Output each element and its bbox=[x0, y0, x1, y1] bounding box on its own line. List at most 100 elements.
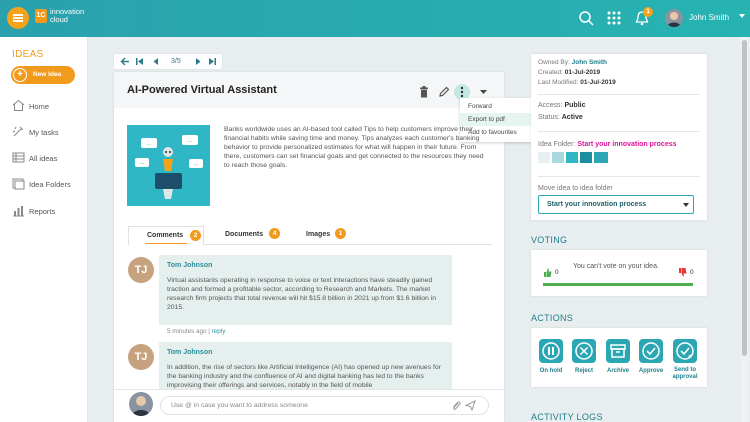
logo-mark: 1C bbox=[35, 9, 47, 23]
count-badge: 4 bbox=[269, 228, 280, 239]
list-icon bbox=[12, 152, 25, 163]
tab-images[interactable]: Images 1 bbox=[306, 228, 346, 250]
idea-folder-link[interactable]: Start your innovation process bbox=[577, 141, 676, 148]
reject-label: Reject bbox=[574, 368, 593, 374]
apps-grid-icon[interactable] bbox=[605, 9, 623, 27]
tab-comments[interactable]: Comments 2 bbox=[128, 226, 204, 245]
sidebar-item-label: All ideas bbox=[29, 154, 58, 163]
upvote-count: 0 bbox=[555, 269, 559, 276]
comment-meta: 5 minutes ago | reply bbox=[167, 328, 226, 335]
logo-text: innovation cloud bbox=[50, 7, 85, 24]
sidebar-item-idea-folders[interactable]: Idea Folders bbox=[12, 177, 84, 191]
trash-icon[interactable] bbox=[419, 86, 429, 98]
idea-folder: Idea Folder: Start your innovation proce… bbox=[538, 141, 677, 148]
activity-logs-title: ACTIVITY LOGS bbox=[531, 412, 603, 422]
plus-icon: + bbox=[13, 68, 27, 82]
comment-bubble: Tom Johnson In addition, the rise of sec… bbox=[159, 342, 452, 389]
divider bbox=[538, 94, 700, 95]
avatar: TJ bbox=[128, 344, 154, 370]
idea-description: Banks worldwide uses an AI-based tool ca… bbox=[224, 126, 484, 169]
user-name[interactable]: John Smith bbox=[689, 13, 729, 22]
reject-icon bbox=[575, 342, 593, 360]
last-page-icon[interactable] bbox=[208, 57, 217, 66]
svg-text:...: ... bbox=[193, 161, 198, 167]
send-approval-icon bbox=[676, 342, 694, 360]
check-icon bbox=[642, 342, 660, 360]
sidebar-item-my-tasks[interactable]: My tasks bbox=[12, 125, 84, 139]
comment-text: Virtual assistants operating in response… bbox=[167, 277, 436, 311]
comment-author: Tom Johnson bbox=[167, 262, 213, 269]
downvote-count: 0 bbox=[690, 269, 694, 276]
send-icon[interactable] bbox=[465, 400, 476, 411]
vote-bar-up bbox=[543, 283, 693, 286]
avatar bbox=[129, 392, 153, 416]
sidebar-item-label: Idea Folders bbox=[29, 180, 71, 189]
actions-title: ACTIONS bbox=[531, 313, 574, 323]
chevron-down-icon[interactable] bbox=[480, 90, 487, 95]
new-idea-button[interactable]: + New Idea bbox=[11, 66, 75, 84]
voting-title: VOTING bbox=[531, 235, 568, 245]
tab-documents[interactable]: Documents 4 bbox=[225, 228, 280, 250]
chevron-down-icon[interactable] bbox=[739, 14, 745, 18]
attachment-icon[interactable] bbox=[451, 400, 461, 411]
thumbs-down-icon[interactable] bbox=[678, 268, 687, 277]
access: Access: Public bbox=[538, 102, 586, 109]
next-icon[interactable] bbox=[194, 57, 202, 66]
archive-button[interactable] bbox=[606, 339, 630, 363]
svg-text:...: ... bbox=[146, 141, 151, 147]
reply-link[interactable]: reply bbox=[212, 328, 226, 335]
idea-title: AI-Powered Virtual Assistant bbox=[127, 84, 277, 96]
search-icon[interactable] bbox=[577, 9, 595, 27]
pause-icon bbox=[542, 342, 560, 360]
sidebar-item-home[interactable]: Home bbox=[12, 99, 84, 113]
send-to-approval-button[interactable] bbox=[673, 339, 697, 363]
menu-icon[interactable] bbox=[7, 7, 29, 29]
owner-link[interactable]: John Smith bbox=[572, 59, 607, 66]
move-folder-select[interactable]: Start your innovation process bbox=[538, 195, 694, 214]
svg-text:...: ... bbox=[187, 138, 192, 144]
idea-pager: 3/5 bbox=[114, 54, 222, 69]
sidebar-item-reports[interactable]: Reports bbox=[12, 204, 84, 218]
sidebar-item-label: Reports bbox=[29, 207, 56, 216]
page-position: 3/5 bbox=[171, 58, 181, 65]
tasks-icon bbox=[12, 126, 24, 137]
move-folder-label: Move idea to idea folder bbox=[538, 185, 613, 192]
on-hold-button[interactable] bbox=[539, 339, 563, 363]
sidebar bbox=[0, 37, 88, 422]
reject-button[interactable] bbox=[572, 339, 596, 363]
svg-text:...: ... bbox=[139, 160, 144, 166]
comment-input[interactable]: Use @ in case you want to address someon… bbox=[160, 396, 489, 415]
active-tab-underline bbox=[145, 243, 187, 244]
folder-thumbnails bbox=[538, 151, 610, 164]
idea-image[interactable]: ... ... ... ... bbox=[127, 125, 210, 206]
thumbs-up-icon[interactable] bbox=[543, 268, 552, 277]
on-hold-label: On hold bbox=[539, 368, 563, 374]
first-page-icon[interactable] bbox=[135, 57, 144, 66]
reports-icon bbox=[13, 206, 24, 217]
count-badge: 2 bbox=[190, 230, 201, 241]
avatar[interactable] bbox=[665, 9, 683, 27]
comment-time: 5 minutes ago bbox=[167, 328, 207, 335]
scrollbar-thumb[interactable] bbox=[742, 40, 747, 356]
status: Status: Active bbox=[538, 114, 583, 121]
back-icon[interactable] bbox=[120, 57, 130, 66]
sidebar-item-label: Home bbox=[29, 102, 50, 111]
comment-text: In addition, the rise of sectors like Ar… bbox=[167, 364, 441, 389]
edit-icon[interactable] bbox=[438, 86, 450, 98]
owned-by: Owned By: John Smith bbox=[538, 59, 607, 66]
send-to-approval-label: Send to approval bbox=[672, 367, 698, 380]
menu-item-forward[interactable]: Forward bbox=[460, 100, 534, 113]
chevron-down-icon bbox=[683, 203, 689, 207]
divider bbox=[538, 176, 700, 177]
created-date: Created: 01-Jul-2019 bbox=[538, 69, 601, 76]
sidebar-item-all-ideas[interactable]: All ideas bbox=[12, 151, 84, 165]
sidebar-title: IDEAS bbox=[12, 49, 44, 60]
comment-author: Tom Johnson bbox=[167, 349, 213, 356]
previous-icon[interactable] bbox=[152, 57, 160, 66]
approve-button[interactable] bbox=[639, 339, 663, 363]
divider bbox=[538, 131, 700, 132]
archive-label: Archive bbox=[606, 368, 629, 374]
home-icon bbox=[12, 99, 25, 111]
voting-message: You can't vote on your idea. bbox=[573, 263, 659, 270]
modified-date: Last Modified: 01-Jul-2019 bbox=[538, 79, 616, 86]
